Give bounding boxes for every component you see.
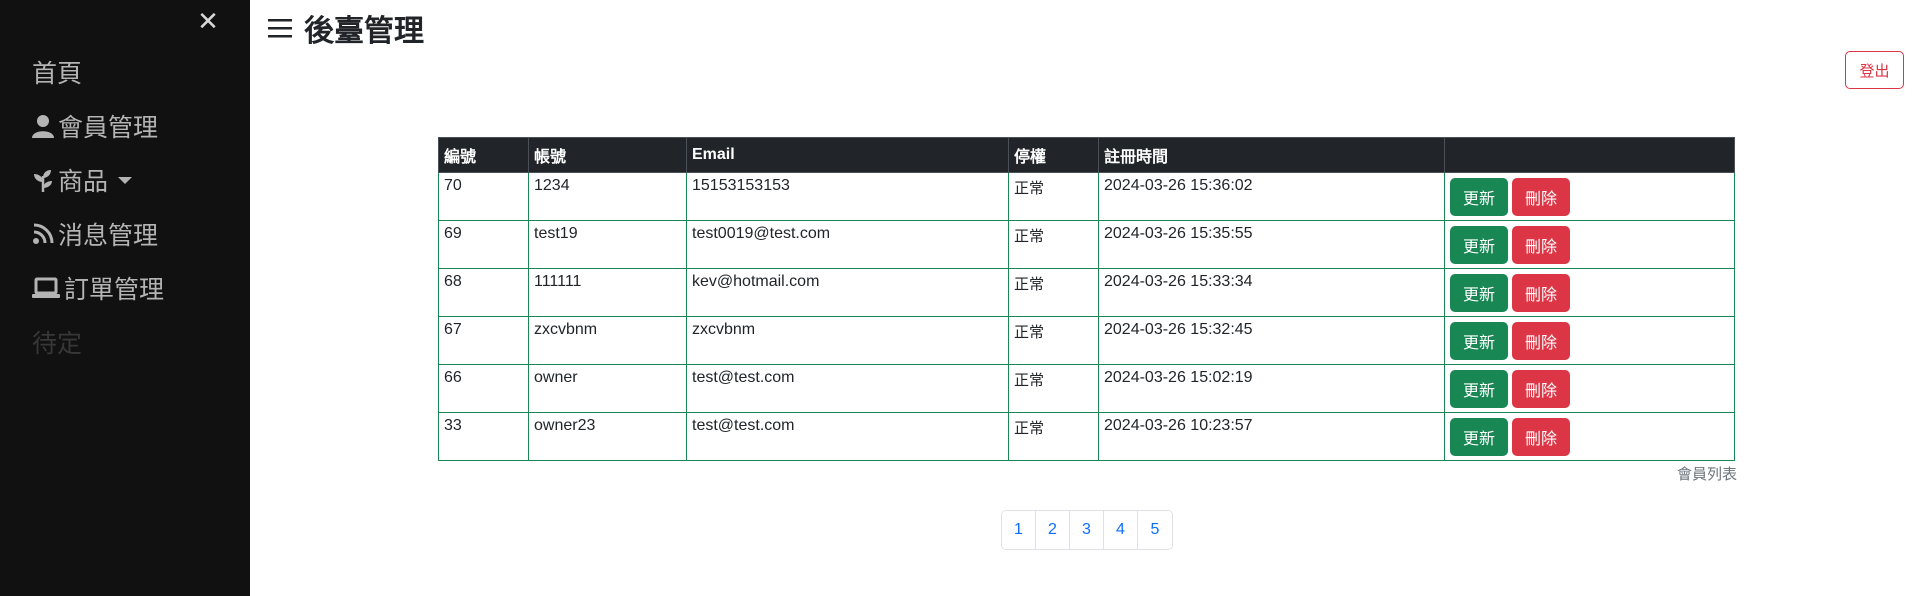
cell-actions: 更新 刪除 [1444,316,1735,365]
cell-account: 111111 [528,268,687,317]
cell-id: 69 [438,220,529,269]
column-header-email: Email [686,137,1009,173]
column-header-actions [1444,137,1735,173]
logout-button[interactable]: 登出 [1845,51,1904,89]
sidebar: ✕ 首頁 會員管理 商品 消息管理 訂單管理 待定 [0,0,250,596]
sidebar-item-label: 首頁 [32,60,83,88]
main-content: 後臺管理 登出 編號 帳號 Email 停權 註冊時間 70 1234 151531… [250,0,1920,596]
cell-account: 1234 [528,172,687,221]
cell-registered: 2024-03-26 15:02:19 [1098,364,1445,413]
cell-email: 15153153153 [686,172,1009,221]
update-button[interactable]: 更新 [1450,226,1508,264]
cell-email: zxcvbnm [686,316,1009,365]
delete-button[interactable]: 刪除 [1512,322,1570,360]
cell-email: test@test.com [686,364,1009,413]
pagination: 12345 [1001,510,1173,550]
cell-actions: 更新 刪除 [1444,172,1735,221]
cell-registered: 2024-03-26 15:33:34 [1098,268,1445,317]
sidebar-item-label: 消息管理 [58,222,159,250]
page-link[interactable]: 2 [1036,511,1070,549]
column-header-registered: 註冊時間 [1098,137,1445,173]
cell-registered: 2024-03-26 15:32:45 [1098,316,1445,365]
cell-registered: 2024-03-26 10:23:57 [1098,412,1445,461]
cell-status: 正常 [1008,172,1099,221]
page-title-text: 後臺管理 [304,15,424,48]
sidebar-item-label: 商品 [58,168,109,196]
delete-button[interactable]: 刪除 [1512,226,1570,264]
cell-status: 正常 [1008,220,1099,269]
cell-status: 正常 [1008,316,1099,365]
update-button[interactable]: 更新 [1450,322,1508,360]
cell-account: owner [528,364,687,413]
sidebar-item-label: 會員管理 [58,114,159,142]
cell-registered: 2024-03-26 15:35:55 [1098,220,1445,269]
rss-icon [32,223,54,245]
column-header-account: 帳號 [528,137,687,173]
cell-status: 正常 [1008,412,1099,461]
page-link[interactable]: 4 [1104,511,1138,549]
table-header-row: 編號 帳號 Email 停權 註冊時間 [438,137,1735,173]
column-header-id: 編號 [438,137,529,173]
cell-registered: 2024-03-26 15:36:02 [1098,172,1445,221]
table-row: 66 owner test@test.com 正常 2024-03-26 15:02:1… [438,364,1735,413]
table-caption: 會員列表 [1676,466,1737,483]
cell-id: 67 [438,316,529,365]
page-link[interactable]: 1 [1002,511,1036,549]
cell-actions: 更新 刪除 [1444,268,1735,317]
caret-down-icon [118,176,133,184]
delete-button[interactable]: 刪除 [1512,370,1570,408]
table-row: 67 zxcvbnm zxcvbnm 正常 2024-03-26 15:32:45 更新刪… [438,316,1735,365]
cell-account: owner23 [528,412,687,461]
delete-button[interactable]: 刪除 [1512,418,1570,456]
sidebar-item-home[interactable]: 首頁 [32,52,82,92]
cell-actions: 更新 刪除 [1444,220,1735,269]
page-link[interactable]: 5 [1138,511,1172,549]
cell-status: 正常 [1008,364,1099,413]
update-button[interactable]: 更新 [1450,274,1508,312]
update-button[interactable]: 更新 [1450,178,1508,216]
cell-email: test@test.com [686,412,1009,461]
sidebar-item-orders[interactable]: 訂單管理 [32,268,164,308]
members-table: 編號 帳號 Email 停權 註冊時間 70 1234 15153153153 正常 2… [438,137,1735,461]
cell-email: test0019@test.com [686,220,1009,269]
delete-button[interactable]: 刪除 [1512,274,1570,312]
update-button[interactable]: 更新 [1450,370,1508,408]
page-title: 後臺管理 [268,6,424,50]
cell-email: kev@hotmail.com [686,268,1009,317]
sidebar-item-news[interactable]: 消息管理 [32,214,158,254]
cell-id: 33 [438,412,529,461]
sidebar-item-products[interactable]: 商品 [32,160,133,200]
sidebar-item-members[interactable]: 會員管理 [32,106,158,146]
table-row: 68 111111 kev@hotmail.com 正常 2024-03-26 15:3… [438,268,1735,317]
sidebar-item-pending[interactable]: 待定 [32,322,82,362]
table-row: 69 test19 test0019@test.com 正常 2024-03-26 15… [438,220,1735,269]
sidebar-item-label: 待定 [32,330,83,358]
close-icon[interactable]: ✕ [197,8,219,34]
cell-actions: 更新 刪除 [1444,364,1735,413]
menu-icon[interactable] [268,16,292,40]
table-row: 33 owner23 test@test.com 正常 2024-03-26 10:23… [438,412,1735,461]
laptop-icon [32,277,60,299]
table-row: 70 1234 15153153153 正常 2024-03-26 15:36:02 更新… [438,172,1735,221]
plant-icon [32,168,54,192]
cell-id: 66 [438,364,529,413]
page-link[interactable]: 3 [1070,511,1104,549]
cell-actions: 更新 刪除 [1444,412,1735,461]
delete-button[interactable]: 刪除 [1512,178,1570,216]
sidebar-item-label: 訂單管理 [64,276,165,304]
update-button[interactable]: 更新 [1450,418,1508,456]
cell-status: 正常 [1008,268,1099,317]
column-header-suspended: 停權 [1008,137,1099,173]
cell-id: 70 [438,172,529,221]
user-icon [32,114,54,138]
cell-id: 68 [438,268,529,317]
cell-account: zxcvbnm [528,316,687,365]
cell-account: test19 [528,220,687,269]
